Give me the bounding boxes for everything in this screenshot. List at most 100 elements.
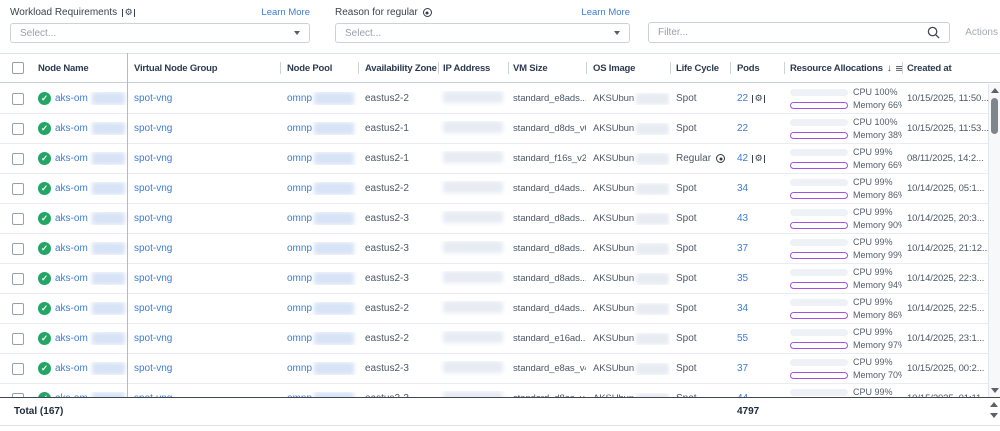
scroll-up-icon[interactable]	[990, 402, 998, 407]
vng-link[interactable]: spot-vng	[134, 303, 172, 314]
node-name-link[interactable]: aks-om	[55, 243, 88, 254]
pods-link[interactable]: 35	[737, 273, 748, 284]
table-row: ✓ aks-om spot-vng omnp eastus2-3 standar…	[0, 354, 988, 384]
scroll-down-icon[interactable]	[991, 388, 999, 393]
row-checkbox[interactable]	[12, 333, 24, 345]
row-checkbox[interactable]	[12, 273, 24, 285]
pods-link[interactable]: 22	[737, 93, 748, 104]
column-header-os-image[interactable]: OS Image	[586, 54, 670, 82]
node-name-link[interactable]: aks-om	[55, 363, 88, 374]
pods-link[interactable]: 37	[737, 363, 748, 374]
node-pool-cell: omnp	[280, 182, 358, 195]
column-header-pods[interactable]: Pods	[730, 54, 784, 82]
pods-link[interactable]: 37	[737, 243, 748, 254]
node-name-link[interactable]: aks-om	[55, 333, 88, 344]
node-pool-link[interactable]: omnp	[287, 213, 312, 224]
redacted-node-name	[92, 302, 125, 315]
redacted-node-name	[92, 362, 125, 375]
column-header-virtual-node-group[interactable]: Virtual Node Group	[127, 54, 280, 82]
vng-link[interactable]: spot-vng	[134, 273, 172, 284]
pods-cell: 37 ⚙	[730, 363, 784, 374]
availability-zone-cell: eastus2-2	[358, 303, 438, 314]
row-checkbox[interactable]	[12, 303, 24, 315]
vm-size-cell: standard_d8ads...	[508, 243, 586, 254]
node-pool-link[interactable]: omnp	[287, 183, 312, 194]
column-header-resource-allocations[interactable]: Resource Allocations ↓	[784, 54, 902, 82]
row-checkbox[interactable]	[12, 363, 24, 375]
node-name-cell: ✓ aks-om	[36, 182, 127, 195]
sort-descending-icon[interactable]: ↓	[887, 63, 892, 74]
node-pool-link[interactable]: omnp	[287, 273, 312, 284]
row-checkbox-cell	[0, 153, 36, 165]
column-header-node-pool[interactable]: Node Pool	[280, 54, 358, 82]
column-header-ip-address[interactable]: IP Address	[438, 54, 508, 82]
life-cycle-cell: Spot	[670, 363, 730, 374]
resource-allocations-cell: CPU 100% Memory 66%	[784, 87, 902, 110]
workload-requirements-select[interactable]: Select...	[10, 23, 310, 43]
row-checkbox[interactable]	[12, 123, 24, 135]
column-header-created-at[interactable]: Created at	[902, 54, 988, 82]
memory-bar	[790, 102, 848, 109]
node-pool-link[interactable]: omnp	[287, 153, 312, 164]
ip-address-cell	[438, 91, 508, 106]
node-pool-link[interactable]: omnp	[287, 93, 312, 104]
row-checkbox[interactable]	[12, 153, 24, 165]
actions-button[interactable]: Actions	[965, 27, 998, 38]
node-name-link[interactable]: aks-om	[55, 123, 88, 134]
vng-link[interactable]: spot-vng	[134, 333, 172, 344]
cpu-label: CPU 99%	[853, 147, 893, 157]
vng-link[interactable]: spot-vng	[134, 363, 172, 374]
scroll-down-icon[interactable]	[990, 413, 998, 418]
node-pool-link[interactable]: omnp	[287, 123, 312, 134]
select-all-checkbox[interactable]	[12, 62, 24, 74]
node-name-link[interactable]: aks-om	[55, 273, 88, 284]
pods-cell: 22 ⚙	[730, 123, 784, 134]
kubernetes-icon: ⚙	[122, 8, 135, 17]
scrollbar-thumb[interactable]	[991, 98, 998, 134]
memory-allocation-row: Memory 86%	[790, 190, 902, 200]
pods-link[interactable]: 42	[737, 153, 748, 164]
node-pool-link[interactable]: omnp	[287, 243, 312, 254]
filter-input[interactable]	[658, 27, 921, 38]
scroll-up-icon[interactable]	[991, 88, 999, 93]
pods-link[interactable]: 43	[737, 213, 748, 224]
column-header-life-cycle[interactable]: Life Cycle	[670, 54, 730, 82]
node-name-link[interactable]: aks-om	[55, 153, 88, 164]
pods-link[interactable]: 55	[737, 333, 748, 344]
node-pool-link[interactable]: omnp	[287, 303, 312, 314]
node-name-link[interactable]: aks-om	[55, 93, 88, 104]
reason-for-regular-select[interactable]: Select...	[335, 23, 630, 43]
node-pool-link[interactable]: omnp	[287, 333, 312, 344]
redacted-ip-address	[443, 151, 503, 163]
pods-link[interactable]: 34	[737, 303, 748, 314]
node-name-link[interactable]: aks-om	[55, 213, 88, 224]
vertical-scrollbar[interactable]	[988, 84, 1000, 397]
vm-size-cell: standard_e8as_v4	[508, 363, 586, 374]
node-pool-link[interactable]: omnp	[287, 363, 312, 374]
row-checkbox[interactable]	[12, 93, 24, 105]
cpu-allocation-row: CPU 99%	[790, 207, 902, 217]
cpu-allocation-row: CPU 99%	[790, 357, 902, 367]
vng-link[interactable]: spot-vng	[134, 243, 172, 254]
column-header-availability-zone[interactable]: Availability Zone	[358, 54, 438, 82]
vng-link[interactable]: spot-vng	[134, 123, 172, 134]
pods-link[interactable]: 22	[737, 123, 748, 134]
vng-link[interactable]: spot-vng	[134, 183, 172, 194]
row-checkbox[interactable]	[12, 183, 24, 195]
vng-link[interactable]: spot-vng	[134, 153, 172, 164]
vng-link[interactable]: spot-vng	[134, 93, 172, 104]
column-header-vm-size[interactable]: VM Size	[508, 54, 586, 82]
vng-link[interactable]: spot-vng	[134, 213, 172, 224]
resource-allocations-cell: CPU 99% Memory 90%	[784, 207, 902, 230]
cpu-allocation-row: CPU 99%	[790, 267, 902, 277]
pods-link[interactable]: 34	[737, 183, 748, 194]
node-name-link[interactable]: aks-om	[55, 303, 88, 314]
column-header-node-name[interactable]: Node Name	[36, 54, 127, 82]
redacted-node-name	[92, 92, 125, 105]
workload-learn-more-link[interactable]: Learn More	[261, 7, 310, 18]
reason-learn-more-link[interactable]: Learn More	[581, 7, 630, 18]
status-ok-icon: ✓	[38, 242, 51, 255]
row-checkbox[interactable]	[12, 243, 24, 255]
row-checkbox[interactable]	[12, 213, 24, 225]
node-name-link[interactable]: aks-om	[55, 183, 88, 194]
